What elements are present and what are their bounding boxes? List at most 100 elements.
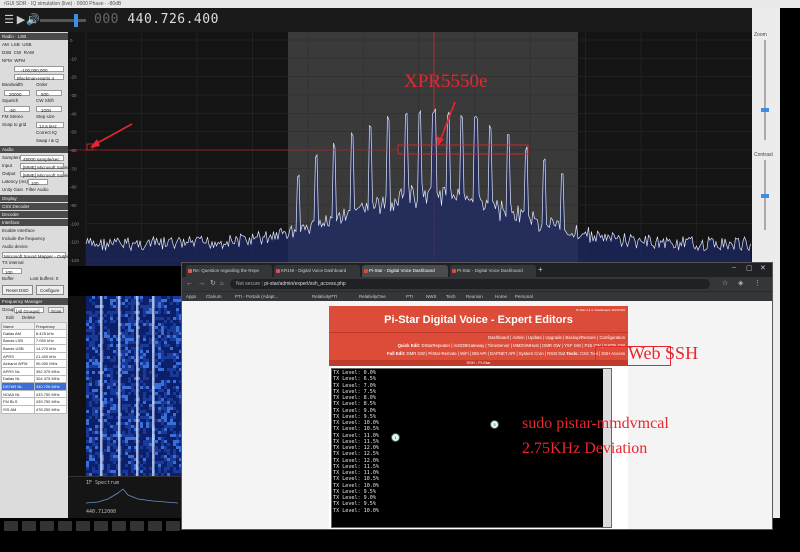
snap-to-grid-checkbox[interactable]: Snap to grid — [2, 122, 26, 127]
enable-interface-checkbox[interactable]: Enable Interface — [2, 228, 35, 233]
star-icon[interactable]: ☆ — [722, 280, 728, 288]
forward-icon[interactable]: → — [198, 280, 205, 288]
vfo-frequency-display[interactable]: 000 440.726.400 — [94, 12, 219, 27]
bookmark-item[interactable]: Personal — [515, 293, 533, 301]
unity-gain-checkbox[interactable]: Unity Gain — [2, 187, 23, 192]
table-row[interactable]: DSTAR NL 440.726 MHz — [1, 382, 68, 391]
pistar-main-nav[interactable]: Dashboard | Admin | Update | Upgrade | B… — [488, 335, 625, 340]
order-input[interactable]: 500 — [36, 90, 62, 97]
volume-slider-handle[interactable] — [74, 14, 78, 27]
taskbar-item[interactable] — [94, 521, 108, 531]
mode-dsb[interactable]: DSB — [2, 50, 11, 55]
configure-button[interactable]: Configure — [36, 285, 64, 295]
mode-wfm[interactable]: WFM — [14, 58, 25, 63]
mode-raw[interactable]: RAW — [24, 50, 34, 55]
shift-input[interactable]: -100,000,000 — [14, 66, 64, 73]
input-device-select[interactable]: [MME] Microsoft Sound — [20, 163, 68, 170]
taskbar-item[interactable] — [148, 521, 162, 531]
column-header-frequency[interactable]: Frequency — [33, 322, 68, 330]
table-row[interactable]: Bands USB 14.270 kHz — [1, 344, 68, 353]
browser-tab[interactable]: KR1NI - Digital Voice Dashboard — [274, 265, 360, 277]
radio-section-header[interactable]: Radio · LSB — [0, 33, 68, 40]
mode-usb[interactable]: USB — [22, 42, 31, 47]
audio-device-select[interactable]: Microsoft Sound Mapper - Output — [2, 252, 68, 259]
home-icon[interactable]: ⌂ — [220, 280, 224, 288]
include-frequency-checkbox[interactable]: Include the frequency — [2, 236, 45, 241]
bookmark-item[interactable]: RelativityOne — [359, 293, 386, 301]
url-input[interactable]: Not secure | pi-star/admin/expert/ssh_ac… — [230, 279, 710, 289]
samplerate-select[interactable]: 48000 sample/sec — [20, 155, 64, 162]
close-icon[interactable]: ✕ — [760, 264, 766, 272]
spectrum-plot[interactable]: 0-10-20-30-40-50-60-70-80-90-100-110-120 — [68, 32, 752, 266]
filter-audio-checkbox[interactable]: Filter Audio — [26, 186, 49, 194]
interface-section-header[interactable]: Interface — [0, 219, 68, 226]
output-device-select[interactable]: [MME] Microsoft Sound — [20, 171, 68, 178]
css-decoder-section-header[interactable]: CSS Decoder — [0, 203, 68, 210]
contrast-slider-handle[interactable] — [761, 194, 769, 198]
table-row[interactable]: Dallas NL 304.375 MHz — [1, 374, 68, 384]
latency-input[interactable]: 100 — [28, 179, 48, 186]
bandwidth-input[interactable]: 20000 — [4, 90, 30, 97]
full-edit-links[interactable]: DMR GW | PiStar-Remote | WiFi | BM API |… — [407, 351, 565, 356]
table-row[interactable]: Bands LSB 7.050 kHz — [1, 336, 68, 346]
table-row[interactable]: APRS NL 392.375 MHz — [1, 366, 68, 376]
browser-tab[interactable]: Re: Question regarding the Repe — [186, 265, 272, 277]
column-header-name[interactable]: Name — [1, 322, 35, 330]
table-row[interactable]: FM BLS 439.750 MHz — [1, 397, 68, 406]
tx-interval-input[interactable]: 100 — [2, 268, 22, 275]
bookmark-item[interactable]: Clarium — [206, 293, 222, 301]
mode-lsb[interactable]: LSB — [11, 42, 20, 47]
bookmark-item[interactable]: PTI — [406, 293, 413, 301]
browser-tab[interactable]: Pi-Star - Digital Voice Dashboard — [450, 265, 536, 277]
zoom-slider-track[interactable] — [764, 40, 766, 140]
back-icon[interactable]: ← — [186, 280, 193, 288]
taskbar-item[interactable] — [22, 521, 36, 531]
table-row[interactable]: NOAA NL 433.750 MHz — [1, 389, 68, 399]
table-row[interactable]: ISS AM 478.250 MHz — [1, 404, 68, 414]
cw-shift-input[interactable]: 1000 — [36, 106, 62, 113]
table-row[interactable]: Airband WFM 90.000 MHz — [1, 359, 68, 368]
frequency-manager-header[interactable]: Frequency Manager — [0, 298, 68, 305]
volume-icon[interactable]: 🔊 — [26, 13, 40, 27]
display-section-header[interactable]: Display — [0, 195, 68, 202]
taskbar-item[interactable] — [58, 521, 72, 531]
spectrum-display[interactable]: 0 -10 -20 -30 -40 -50 -60 -70 -80 -90 -100 -110 -120 — [68, 32, 752, 266]
bookmark-item[interactable]: RelativityPTI — [312, 293, 337, 301]
taskbar-item[interactable] — [4, 521, 18, 531]
bookmark-item[interactable]: Home — [495, 293, 507, 301]
mode-cw[interactable]: CW — [14, 50, 22, 55]
bookmark-item[interactable]: Apps — [186, 293, 196, 301]
edit-button[interactable]: Edit — [2, 315, 14, 320]
maximize-icon[interactable]: ▢ — [746, 264, 753, 272]
taskbar-item[interactable] — [166, 521, 180, 531]
step-size-select[interactable]: 12.5 kHz — [36, 122, 64, 129]
volume-slider[interactable] — [40, 19, 86, 22]
table-row[interactable]: Dallas AM 8.425 kHz — [1, 329, 68, 338]
new-tab-icon[interactable]: + — [538, 265, 543, 275]
delete-button[interactable]: Delete — [22, 314, 35, 322]
scan-button[interactable]: Scan — [48, 307, 64, 314]
decoder-section-header[interactable]: Decoder — [0, 211, 68, 218]
bookmark-item[interactable]: NWS — [426, 293, 437, 301]
reset-dsd-button[interactable]: Reset DSD — [2, 285, 33, 295]
audio-section-header[interactable]: Audio — [0, 146, 68, 153]
taskbar-item[interactable] — [76, 521, 90, 531]
browser-tab-active[interactable]: Pi-Star - Digital Voice Dashboard — [362, 265, 448, 277]
fm-stereo-checkbox[interactable]: FM Stereo — [2, 114, 23, 119]
bookmark-item[interactable]: Reunion — [466, 293, 483, 301]
bookmark-item[interactable]: Tech — [446, 293, 456, 301]
minimize-icon[interactable]: – — [732, 264, 736, 271]
zoom-slider-handle[interactable] — [761, 108, 769, 112]
table-row[interactable]: APRS 21.400 kHz — [1, 351, 68, 361]
mode-am[interactable]: AM — [2, 42, 9, 47]
extensions-icon[interactable]: ◈ — [738, 280, 743, 288]
mode-nfm[interactable]: NFM — [2, 58, 12, 63]
correct-iq-checkbox[interactable]: Correct IQ — [36, 129, 57, 137]
bookmark-item[interactable]: PTI - Portals (Adapt... — [235, 293, 278, 301]
taskbar-item[interactable] — [40, 521, 54, 531]
filter-select[interactable]: Blackman-Harris 4 — [14, 74, 64, 81]
reload-icon[interactable]: ↻ — [210, 280, 216, 288]
swap-iq-checkbox[interactable]: Swap I & Q — [36, 137, 59, 145]
menu-dots-icon[interactable]: ⋮ — [754, 280, 761, 288]
taskbar-item[interactable] — [112, 521, 126, 531]
